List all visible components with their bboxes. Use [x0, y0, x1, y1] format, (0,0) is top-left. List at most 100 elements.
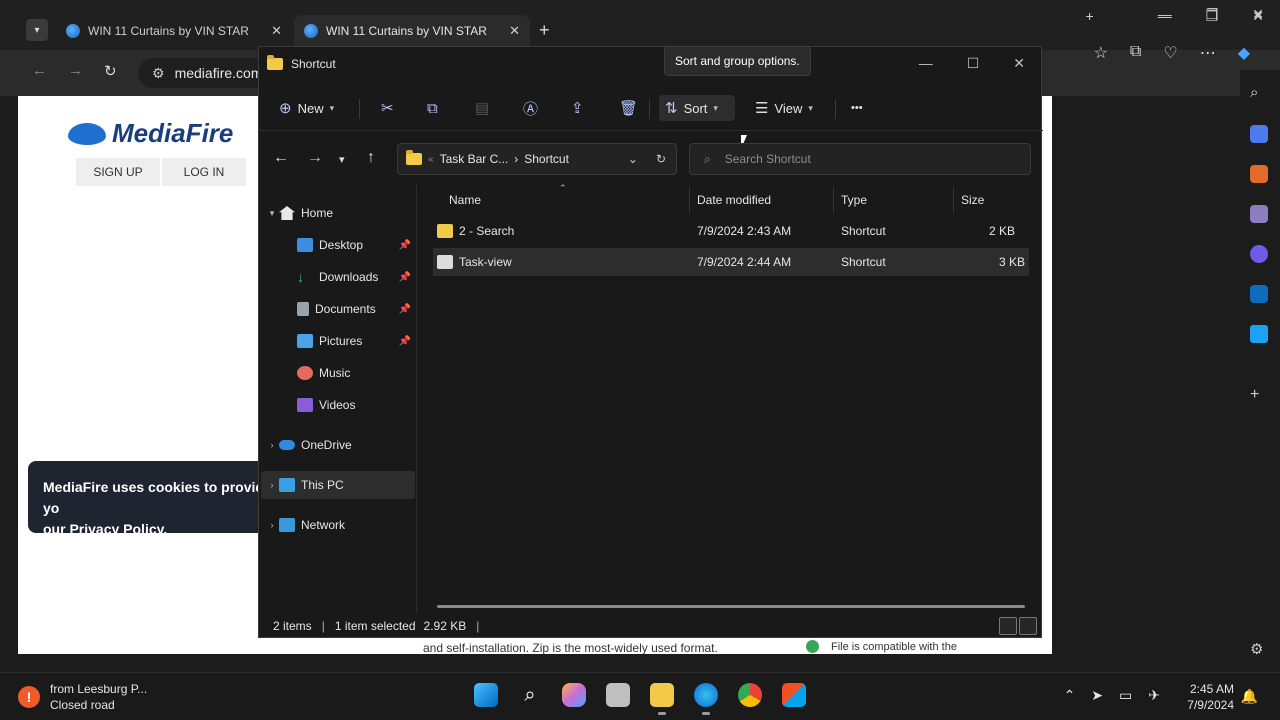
- restore-icon[interactable]: ❐: [1206, 8, 1219, 25]
- column-header-size[interactable]: Size: [955, 185, 984, 215]
- delete-button[interactable]: 🗑: [613, 95, 644, 121]
- refresh-icon[interactable]: ↻: [104, 62, 117, 80]
- refresh-icon[interactable]: ↻: [656, 152, 666, 166]
- column-header-name[interactable]: Name: [443, 185, 481, 215]
- view-button[interactable]: ☰ View ▾: [749, 95, 819, 121]
- column-divider[interactable]: [953, 187, 954, 213]
- new-window-plus-icon[interactable]: +: [1086, 8, 1094, 25]
- close-icon[interactable]: ✕: [1013, 55, 1025, 72]
- tab-close-icon[interactable]: ✕: [509, 23, 520, 39]
- start-windows-icon[interactable]: [474, 683, 498, 707]
- back-arrow-icon[interactable]: ←: [273, 149, 289, 167]
- up-arrow-icon[interactable]: ↑: [367, 149, 375, 167]
- column-divider[interactable]: [689, 187, 690, 213]
- nav-item-onedrive[interactable]: › OneDrive: [259, 431, 417, 459]
- performance-icon[interactable]: ♡: [1163, 43, 1177, 63]
- search-icon[interactable]: ⌕: [1250, 84, 1268, 102]
- notification-bell-icon[interactable]: 🔔: [1241, 688, 1258, 705]
- edge-icon[interactable]: [694, 683, 718, 715]
- column-header-type[interactable]: Type: [835, 185, 867, 215]
- see-more-button[interactable]: •••: [845, 95, 869, 121]
- copilot-icon[interactable]: ◆: [1238, 43, 1250, 63]
- address-bar[interactable]: « Task Bar C... › Shortcut ⌄ ↻: [397, 143, 677, 175]
- chevron-up-icon[interactable]: ⌃: [1064, 687, 1076, 704]
- breadcrumb-item[interactable]: Task Bar C...: [440, 152, 509, 166]
- column-header-date[interactable]: Date modified: [691, 185, 771, 215]
- settings-more-icon[interactable]: ⋯: [1200, 43, 1216, 63]
- back-icon[interactable]: ←: [32, 62, 47, 79]
- search-icon[interactable]: ⌕: [518, 683, 542, 707]
- copilot-sidebar-icon[interactable]: [1250, 245, 1268, 263]
- rename-button[interactable]: Ⓐ: [517, 95, 544, 121]
- paste-button[interactable]: ▤: [469, 95, 495, 121]
- search-box[interactable]: ⌕: [689, 143, 1031, 175]
- games-icon[interactable]: [1250, 205, 1268, 223]
- browser-tab[interactable]: WIN 11 Curtains by VIN STAR ✕: [56, 15, 292, 46]
- copy-button[interactable]: ⧉: [421, 95, 444, 121]
- airplane-mode-icon[interactable]: ✈: [1148, 687, 1160, 704]
- signup-button[interactable]: SIGN UP: [76, 158, 160, 186]
- favorites-icon[interactable]: ☆: [1094, 43, 1108, 63]
- store-icon[interactable]: [782, 683, 806, 707]
- maximize-icon[interactable]: ☐: [967, 55, 980, 72]
- gear-icon[interactable]: ⚙: [1250, 640, 1268, 658]
- send-icon[interactable]: [1250, 325, 1268, 343]
- horizontal-scrollbar[interactable]: [437, 605, 1025, 608]
- nav-item-network[interactable]: › Network: [259, 511, 417, 539]
- search-input[interactable]: [724, 152, 1005, 166]
- pin-icon[interactable]: 📌: [399, 240, 411, 251]
- minimize-icon[interactable]: —: [919, 55, 933, 72]
- sort-button[interactable]: ⇅ Sort ▾: [659, 95, 735, 121]
- shopping-icon[interactable]: [1250, 125, 1268, 143]
- nav-item-downloads[interactable]: ↓ Downloads 📌: [259, 263, 417, 291]
- column-divider[interactable]: [833, 187, 834, 213]
- recent-locations-icon[interactable]: ▾: [339, 153, 345, 166]
- tab-actions-menu[interactable]: ▾: [26, 19, 48, 41]
- clock[interactable]: 2:45 AM 7/9/2024: [1187, 681, 1234, 713]
- privacy-policy-link[interactable]: Privacy Policy: [69, 521, 163, 537]
- file-explorer-icon[interactable]: [650, 683, 674, 715]
- forward-icon[interactable]: →: [68, 62, 83, 79]
- login-button[interactable]: LOG IN: [162, 158, 246, 186]
- share-button[interactable]: ⇪: [565, 95, 590, 121]
- nav-item-this-pc[interactable]: › This PC: [261, 471, 415, 499]
- outlook-icon[interactable]: [1250, 285, 1268, 303]
- nav-item-pictures[interactable]: Pictures 📌: [259, 327, 417, 355]
- close-icon[interactable]: ✕: [1252, 8, 1264, 25]
- browser-tab-active[interactable]: WIN 11 Curtains by VIN STAR ✕: [294, 15, 530, 46]
- minimize-icon[interactable]: —: [1158, 8, 1172, 25]
- chevron-down-icon[interactable]: ▾: [265, 208, 279, 219]
- new-button[interactable]: ⊕ New ▾: [273, 95, 340, 121]
- nav-item-videos[interactable]: Videos: [259, 391, 417, 419]
- forward-arrow-icon[interactable]: →: [307, 149, 323, 167]
- site-info-icon[interactable]: ⚙: [152, 65, 165, 82]
- chevron-right-icon[interactable]: ›: [265, 440, 279, 450]
- pin-icon[interactable]: 📌: [399, 336, 411, 347]
- mediafire-logo[interactable]: MediaFire: [68, 118, 233, 149]
- tab-close-icon[interactable]: ✕: [271, 23, 282, 39]
- chevron-right-icon[interactable]: ›: [265, 480, 279, 490]
- copilot-icon[interactable]: [562, 683, 586, 707]
- collections-icon[interactable]: ⧉: [1130, 43, 1141, 63]
- pin-icon[interactable]: 📌: [399, 304, 411, 315]
- nav-item-home[interactable]: ▾ Home: [259, 199, 417, 227]
- file-row[interactable]: 2 - Search 7/9/2024 2:43 AM Shortcut 2 K…: [433, 217, 1029, 245]
- chrome-icon[interactable]: [738, 683, 762, 707]
- large-icons-view-icon[interactable]: [1019, 617, 1037, 635]
- cut-button[interactable]: ✂: [375, 95, 400, 121]
- file-row[interactable]: Task-view 7/9/2024 2:44 AM Shortcut 3 KB: [433, 248, 1029, 276]
- chevron-down-icon[interactable]: ⌄: [628, 152, 638, 166]
- chevron-right-icon[interactable]: ›: [265, 520, 279, 530]
- add-sidebar-icon[interactable]: +: [1250, 386, 1268, 404]
- location-icon[interactable]: ➤: [1091, 687, 1103, 704]
- breadcrumb-overflow[interactable]: «: [428, 154, 434, 165]
- nav-item-documents[interactable]: Documents 📌: [259, 295, 417, 323]
- pin-icon[interactable]: 📌: [399, 272, 411, 283]
- details-view-icon[interactable]: [999, 617, 1017, 635]
- new-tab-button[interactable]: +: [539, 20, 550, 41]
- display-icon[interactable]: ▭: [1119, 687, 1132, 704]
- nav-item-desktop[interactable]: Desktop 📌: [259, 231, 417, 259]
- breadcrumb-current[interactable]: Shortcut: [524, 152, 569, 166]
- weather-widget[interactable]: ! from Leesburg P... Closed road: [18, 681, 147, 713]
- address-bar[interactable]: ⚙ mediafire.com: [138, 58, 278, 88]
